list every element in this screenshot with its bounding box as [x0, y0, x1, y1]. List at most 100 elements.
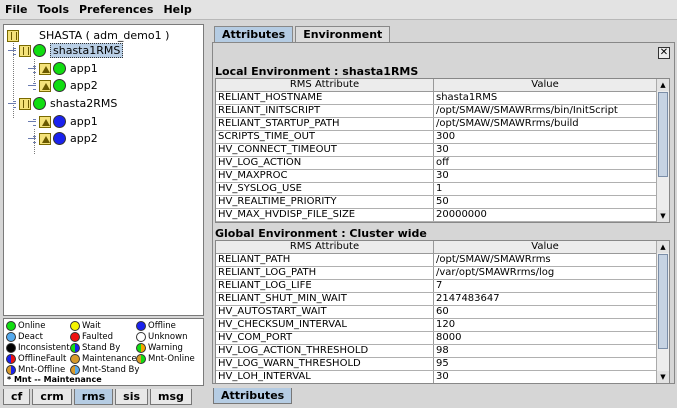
app-icon: [39, 79, 51, 92]
table-row[interactable]: RELIANT_SHUT_MIN_WAIT 2147483647: [216, 293, 669, 306]
column-header-attribute[interactable]: RMS Attribute: [216, 79, 434, 91]
table-row[interactable]: HV_COM_PORT 8000: [216, 332, 669, 345]
menu-tools[interactable]: Tools: [33, 0, 74, 20]
detail-panel: Attributes Environment ✕ Local Environme…: [210, 24, 675, 384]
local-env-rows: RELIANT_HOSTNAME shasta1RMS RELIANT_INITSC…: [216, 92, 669, 222]
table-row[interactable]: RELIANT_STARTUP_PATH/opt/SMAW/SMAWRrms/b…: [216, 118, 669, 131]
legend-faulted: Faulted: [70, 332, 113, 342]
table-row[interactable]: RELIANT_LOG_PATH/var/opt/SMAWRrms/log: [216, 267, 669, 280]
online-icon: [6, 321, 16, 331]
close-icon[interactable]: ✕: [658, 47, 670, 59]
value-cell: 98: [434, 345, 657, 357]
expand-icon[interactable]: [8, 47, 16, 55]
column-header-value[interactable]: Value: [434, 241, 657, 253]
table-row[interactable]: HV_LOG_WARN_THRESHOLD 95: [216, 358, 669, 371]
table-row[interactable]: SCRIPTS_TIME_OUT 300: [216, 131, 669, 144]
column-header-attribute[interactable]: RMS Attribute: [216, 241, 434, 253]
value-cell: 300: [434, 131, 657, 143]
menu-file[interactable]: File: [0, 0, 33, 20]
tree-node-shasta1rms[interactable]: shasta1RMS: [8, 42, 124, 59]
attribute-cell: HV_REALTIME_PRIORITY: [216, 196, 434, 208]
tab-attributes-bottom[interactable]: Attributes: [213, 388, 293, 404]
tree-node-label: shasta2RMS: [50, 97, 118, 110]
faulted-icon: [70, 332, 80, 342]
tree-node-app2[interactable]: app2: [28, 130, 98, 147]
scroll-thumb[interactable]: [658, 254, 668, 349]
tree-node-app2[interactable]: app2: [28, 77, 98, 94]
online-status-icon: [33, 97, 46, 110]
offlinefault-icon: [6, 354, 16, 364]
scroll-down-icon[interactable]: ▼: [657, 371, 669, 383]
status-legend: Online Wait Offline Deact Faulted Unknow…: [3, 318, 204, 386]
tab-cf[interactable]: cf: [3, 389, 31, 405]
local-env-title: Local Environment : shasta1RMS: [215, 65, 419, 78]
app-icon: [39, 132, 51, 145]
attribute-cell: HV_COM_PORT: [216, 332, 434, 344]
table-row[interactable]: HV_CONNECT_TIMEOUT 30: [216, 144, 669, 157]
attribute-cell: SCRIPTS_TIME_OUT: [216, 131, 434, 143]
table-row[interactable]: RELIANT_HOSTNAME shasta1RMS: [216, 92, 669, 105]
expand-icon[interactable]: [28, 118, 36, 126]
menu-bar: File Tools Preferences Help: [0, 0, 677, 20]
menu-preferences[interactable]: Preferences: [74, 0, 158, 20]
scroll-up-icon[interactable]: ▲: [657, 79, 669, 91]
tab-sis[interactable]: sis: [115, 389, 149, 405]
tab-crm[interactable]: crm: [32, 389, 72, 405]
expand-icon[interactable]: [28, 135, 36, 143]
legend-standby: Stand By: [70, 343, 120, 353]
table-row[interactable]: HV_MAXPROC 30: [216, 170, 669, 183]
value-cell: 50: [434, 196, 657, 208]
bottom-right-tab-bar: Attributes: [213, 388, 294, 405]
tab-msg[interactable]: msg: [150, 389, 192, 405]
value-cell: 2147483647: [434, 293, 657, 305]
value-cell: shasta1RMS: [434, 92, 657, 104]
global-env-scrollbar[interactable]: ▲ ▼: [656, 241, 669, 383]
table-row[interactable]: RELIANT_LOG_LIFE 7: [216, 280, 669, 293]
cluster-icon: [7, 29, 19, 42]
menu-help[interactable]: Help: [158, 0, 196, 20]
tree-node-label: shasta1RMS: [50, 43, 124, 58]
expand-icon[interactable]: [8, 100, 16, 108]
unknown-icon: [136, 332, 146, 342]
legend-warning: Warning: [136, 343, 183, 353]
scroll-up-icon[interactable]: ▲: [657, 241, 669, 253]
local-env-scrollbar[interactable]: ▲ ▼: [656, 79, 669, 222]
tab-attributes[interactable]: Attributes: [214, 26, 294, 42]
value-cell: 95: [434, 358, 657, 370]
table-row[interactable]: RELIANT_PATH/opt/SMAW/SMAWRrms: [216, 254, 669, 267]
value-cell: /var/opt/SMAWRrms/log: [434, 267, 657, 279]
tab-environment[interactable]: Environment: [295, 26, 391, 42]
table-row[interactable]: RELIANT_INITSCRIPT/opt/SMAW/SMAWRrms/bin…: [216, 105, 669, 118]
scroll-down-icon[interactable]: ▼: [657, 210, 669, 222]
tree-node-app1[interactable]: app1: [28, 113, 98, 130]
tree-node-shasta2rms[interactable]: shasta2RMS: [8, 95, 117, 112]
scroll-thumb[interactable]: [658, 92, 668, 177]
legend-note: * Mnt -- Maintenance: [7, 375, 102, 384]
table-row[interactable]: HV_CHECKSUM_INTERVAL 120: [216, 319, 669, 332]
table-row[interactable]: HV_AUTOSTART_WAIT 60: [216, 306, 669, 319]
offline-status-icon: [53, 132, 66, 145]
host-icon: [19, 97, 31, 110]
attribute-cell: RELIANT_LOG_LIFE: [216, 280, 434, 292]
tab-rms[interactable]: rms: [73, 389, 114, 405]
value-cell: 60: [434, 306, 657, 318]
attribute-cell: HV_MAX_HVDISP_FILE_SIZE: [216, 209, 434, 221]
table-row[interactable]: HV_SYSLOG_USE 1: [216, 183, 669, 196]
column-header-value[interactable]: Value: [434, 79, 657, 91]
table-row[interactable]: HV_LOG_ACTION off: [216, 157, 669, 170]
expand-icon[interactable]: [28, 82, 36, 90]
table-row[interactable]: HV_MAX_HVDISP_FILE_SIZE 20000000: [216, 209, 669, 222]
mnt-online-icon: [136, 354, 146, 364]
table-row[interactable]: HV_LOG_ACTION_THRESHOLD 98: [216, 345, 669, 358]
attribute-cell: RELIANT_LOG_PATH: [216, 267, 434, 279]
table-row[interactable]: HV_REALTIME_PRIORITY 50: [216, 196, 669, 209]
table-row[interactable]: HV_LOH_INTERVAL 30: [216, 371, 669, 383]
mnt-standby-icon: [70, 365, 80, 375]
offline-icon: [136, 321, 146, 331]
expand-icon[interactable]: [28, 65, 36, 73]
global-env-table: RMS Attribute Value RELIANT_PATH/opt/SMA…: [215, 240, 670, 384]
standby-icon: [70, 343, 80, 353]
mnt-offline-icon: [6, 365, 16, 375]
table-header: RMS Attribute Value: [216, 79, 669, 92]
tree-node-app1[interactable]: app1: [28, 60, 98, 77]
